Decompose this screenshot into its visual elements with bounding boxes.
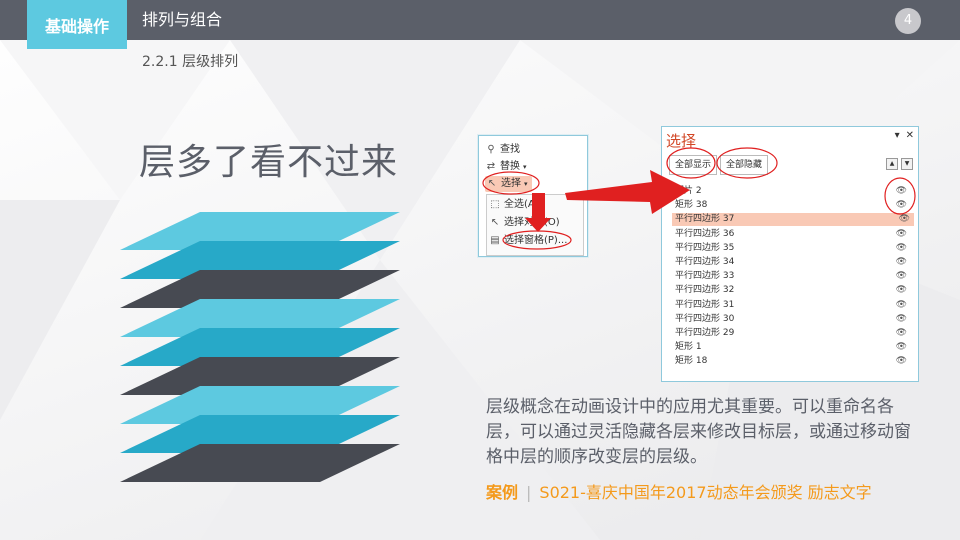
hide-all-button[interactable]: 全部隐藏 xyxy=(720,155,769,175)
layer-list-item[interactable]: 平行四边形 31 👁 xyxy=(675,299,911,312)
description-text: 层级概念在动画设计中的应用尤其重要。可以重命名各层，可以通过灵活隐藏各层来修改目… xyxy=(486,397,911,467)
layer-name: 矩形 38 xyxy=(675,200,708,211)
visibility-eye-icon[interactable]: 👁 xyxy=(896,256,907,269)
layer-list-item[interactable]: 平行四边形 36 👁 xyxy=(675,228,911,241)
page-title: 排列与组合 xyxy=(142,10,223,29)
select-button[interactable]: ↖ 选择 ▾ xyxy=(485,176,532,192)
section-subtitle: 2.2.1 层级排列 xyxy=(142,54,239,70)
layer-name: 平行四边形 37 xyxy=(675,214,735,225)
layer-name: 矩形 1 xyxy=(675,342,702,353)
cursor-icon: ↖ xyxy=(490,217,500,228)
find-command[interactable]: ⚲ 查找 xyxy=(485,142,520,158)
layer-name: 平行四边形 31 xyxy=(675,299,735,310)
layer-list-item[interactable]: 矩形 1 👁 xyxy=(675,341,911,354)
slide-headline: 层多了看不过来 xyxy=(139,142,399,183)
layer-name: 平行四边形 34 xyxy=(675,257,735,267)
binoculars-icon: ⚲ xyxy=(487,144,495,155)
layer-name: 矩形 18 xyxy=(675,356,708,367)
visibility-eye-icon[interactable]: 👁 xyxy=(896,355,907,368)
replace-icon: ⇄ xyxy=(486,161,496,172)
layer-list-item[interactable]: 平行四边形 30 👁 xyxy=(675,313,911,326)
layer-name: 平行四边形 30 xyxy=(675,313,735,324)
visibility-eye-icon[interactable]: 👁 xyxy=(896,242,907,255)
layer-list-item[interactable]: 图片 2 👁 xyxy=(675,185,911,198)
show-all-button[interactable]: 全部显示 xyxy=(669,155,718,175)
visibility-eye-icon[interactable]: 👁 xyxy=(896,185,907,198)
menu-item-selection-pane[interactable]: ▤ 选择窗格(P)... xyxy=(489,233,567,249)
replace-command[interactable]: ⇄ 替换 ▾ xyxy=(485,159,527,175)
layer-name: 平行四边形 36 xyxy=(675,228,735,239)
pane-title: 选择 xyxy=(666,132,697,150)
layer-list-item[interactable]: 平行四边形 34 👁 xyxy=(675,256,911,269)
case-separator: | xyxy=(526,483,532,502)
visibility-eye-icon[interactable]: 👁 xyxy=(896,327,907,340)
layer-name: 平行四边形 32 xyxy=(675,285,735,296)
layer-list-item[interactable]: 平行四边形 33 👁 xyxy=(675,270,911,283)
move-up-button[interactable]: ▲ xyxy=(886,158,898,170)
layer-name: 平行四边形 29 xyxy=(675,328,735,338)
stacked-layers-illustration xyxy=(120,212,400,482)
menu-item-select-all[interactable]: ⬚ 全选(A) xyxy=(489,197,538,213)
chevron-down-icon: ▾ xyxy=(523,163,527,171)
cursor-icon: ↖ xyxy=(487,178,497,189)
visibility-eye-icon[interactable]: 👁 xyxy=(896,313,907,326)
layer-list-item[interactable]: 矩形 18 👁 xyxy=(675,355,911,368)
ribbon-select-menu: ⚲ 查找 ⇄ 替换 ▾ ↖ 选择 ▾ ⬚ 全选(A) ↖ 选择对象(O) ▤ 选… xyxy=(478,135,588,257)
layer-name: 平行四边形 33 xyxy=(675,271,735,282)
chevron-down-icon: ▾ xyxy=(524,180,528,188)
close-icon[interactable]: ✕ xyxy=(906,130,914,141)
layer-list-item[interactable]: 平行四边形 37 👁 xyxy=(672,213,914,227)
visibility-eye-icon[interactable]: 👁 xyxy=(896,299,907,312)
visibility-eye-icon[interactable]: 👁 xyxy=(896,199,907,212)
visibility-eye-icon[interactable]: 👁 xyxy=(896,284,907,297)
visibility-eye-icon[interactable]: 👁 xyxy=(896,341,907,354)
chevron-down-icon[interactable]: ▾ xyxy=(895,130,900,141)
case-label: 案例 xyxy=(486,483,519,502)
layer-list-item[interactable]: 平行四边形 29 👁 xyxy=(675,327,911,340)
layer-list-item[interactable]: 平行四边形 35 👁 xyxy=(675,242,911,255)
visibility-eye-icon[interactable]: 👁 xyxy=(896,270,907,283)
case-reference: 案例 | S021-喜庆中国年2017动态年会颁奖 励志文字 xyxy=(486,479,872,503)
layer-list-item[interactable]: 矩形 38 👁 xyxy=(675,199,911,212)
select-dropdown: ⬚ 全选(A) ↖ 选择对象(O) ▤ 选择窗格(P)... xyxy=(486,194,584,256)
layer-name: 平行四边形 35 xyxy=(675,242,735,253)
selection-pane-icon: ▤ xyxy=(490,235,500,246)
page-number: 4 xyxy=(895,8,921,34)
visibility-eye-icon[interactable]: 👁 xyxy=(899,213,910,226)
select-all-icon: ⬚ xyxy=(490,199,500,210)
visibility-eye-icon[interactable]: 👁 xyxy=(896,228,907,241)
move-down-button[interactable]: ▼ xyxy=(901,158,913,170)
layer-name: 图片 2 xyxy=(675,186,702,196)
section-badge: 基础操作 xyxy=(27,0,127,49)
selection-pane: 选择 ▾ ✕ 全部显示 全部隐藏 ▲ ▼ 图片 2 👁 矩形 38 👁 平行四边形 37… xyxy=(661,126,919,382)
case-text[interactable]: S021-喜庆中国年2017动态年会颁奖 励志文字 xyxy=(539,483,871,502)
layer-list-item[interactable]: 平行四边形 32 👁 xyxy=(675,284,911,297)
menu-item-select-objects[interactable]: ↖ 选择对象(O) xyxy=(489,215,560,231)
